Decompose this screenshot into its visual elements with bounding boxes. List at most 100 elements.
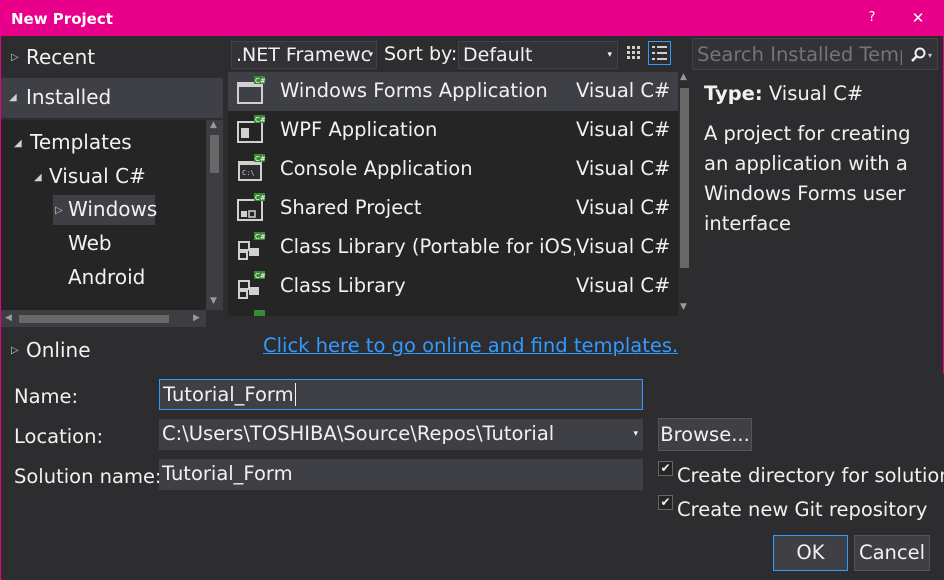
nav-online[interactable]: ▷ Online	[1, 331, 223, 371]
search-icon[interactable]	[909, 46, 927, 64]
chevron-right-icon: ▷	[11, 345, 19, 356]
create-directory-checkbox[interactable]: ✔	[658, 461, 673, 476]
dialog-title: New Project	[11, 10, 113, 28]
nav-online-label: Online	[26, 338, 91, 362]
template-name: Console Application	[280, 157, 473, 180]
nav-installed[interactable]: ◢ Installed	[1, 78, 223, 118]
text-cursor	[294, 383, 296, 406]
help-button[interactable]: ?	[861, 7, 883, 29]
scroll-right-icon[interactable]: ▶	[193, 313, 200, 323]
template-toolbar: .NET Framewc ▾ Sort by: Default ▾	[228, 38, 688, 70]
template-item[interactable]: C# WPF Application Visual C#	[228, 111, 678, 150]
scrollbar-thumb[interactable]	[19, 315, 169, 323]
class-library-icon: C#	[238, 232, 266, 260]
template-name: Shared Project	[280, 196, 422, 219]
list-view-button[interactable]	[648, 41, 671, 65]
scroll-up-icon[interactable]: ▲	[680, 72, 687, 82]
scrollbar-thumb[interactable]	[210, 135, 219, 173]
svg-text:C#: C#	[255, 272, 266, 280]
tree-item-label: Android	[68, 265, 146, 289]
cancel-button[interactable]: Cancel	[854, 535, 930, 571]
sortby-value: Default	[463, 44, 533, 66]
project-name-field[interactable]: Tutorial_Form	[159, 379, 643, 410]
solution-name-field[interactable]: Tutorial_Form	[159, 459, 643, 490]
scroll-down-icon[interactable]: ▼	[210, 296, 217, 306]
template-item[interactable]: C# Shared Project Visual C#	[228, 189, 678, 228]
solution-name-label: Solution name:	[14, 465, 162, 488]
template-name: Windows Forms Application	[280, 79, 548, 102]
tree-horizontal-scrollbar[interactable]: ◀ ▶	[1, 310, 206, 327]
scroll-down-icon[interactable]: ▼	[680, 302, 687, 312]
nav-recent-label: Recent	[26, 45, 96, 69]
close-button[interactable]: ✕	[906, 7, 930, 29]
template-name: Class Library	[280, 274, 406, 297]
scroll-up-icon[interactable]: ▲	[210, 120, 217, 130]
template-name: WPF Application	[280, 118, 438, 141]
tree-item-templates[interactable]: ◢ Templates	[1, 128, 206, 158]
tree-item-android[interactable]: Android	[68, 263, 178, 293]
list-view-icon	[652, 46, 667, 60]
template-type: Type: Visual C#	[704, 82, 926, 105]
template-language: Visual C#	[576, 196, 671, 219]
dropdown-arrow-icon: ▾	[368, 50, 373, 60]
template-list: C# Windows Forms Application Visual C# C…	[228, 72, 678, 316]
tree-item-label: Windows	[68, 197, 158, 221]
chevron-right-icon: ▷	[11, 52, 19, 63]
browse-button[interactable]: Browse...	[658, 418, 752, 451]
template-item[interactable]: C# Class Library (Portable for iOS,... V…	[228, 228, 678, 267]
type-value: Visual C#	[768, 82, 864, 105]
template-name: Class Library (Portable for iOS,...	[280, 235, 575, 258]
template-tree: ◢ Templates ◢ Visual C# ▷ Windows Web An…	[1, 120, 206, 310]
solution-name-value: Tutorial_Form	[162, 462, 293, 485]
new-project-dialog: New Project ? ✕ ▷ Recent ◢ Installed ◢ T…	[0, 0, 944, 580]
type-label: Type:	[704, 82, 763, 105]
tree-item-templates-label: Templates	[30, 130, 132, 154]
dropdown-arrow-icon: ▾	[607, 50, 612, 60]
create-git-checkbox[interactable]: ✔	[658, 495, 673, 510]
scrollbar-thumb[interactable]	[680, 88, 689, 268]
svg-text:C#: C#	[255, 233, 266, 241]
template-language: Visual C#	[576, 157, 671, 180]
tree-vertical-scrollbar[interactable]: ▲ ▼	[206, 120, 223, 310]
chevron-right-icon: ▷	[55, 205, 63, 216]
winforms-icon: C#	[237, 76, 266, 104]
search-input[interactable]	[697, 42, 902, 67]
online-templates-link[interactable]: Click here to go online and find templat…	[263, 334, 678, 357]
tree-item-visual-csharp[interactable]: ◢ Visual C#	[1, 162, 206, 192]
svg-text:C:\: C:\	[242, 169, 255, 177]
tree-item-web[interactable]: Web	[68, 229, 178, 259]
template-language: Visual C#	[576, 118, 671, 141]
small-icons-view-icon[interactable]	[626, 45, 642, 61]
class-library-icon: C#	[238, 271, 266, 299]
search-box[interactable]: ▾	[692, 38, 938, 70]
template-item-partial[interactable]	[228, 306, 678, 316]
project-name-value: Tutorial_Form	[163, 383, 294, 406]
template-item[interactable]: C:\ C# Console Application Visual C#	[228, 150, 678, 189]
template-item[interactable]: C# Class Library Visual C#	[228, 267, 678, 306]
sortby-dropdown[interactable]: Default ▾	[458, 41, 618, 69]
template-item[interactable]: C# Windows Forms Application Visual C#	[228, 72, 678, 111]
name-label: Name:	[14, 385, 79, 408]
csharp-badge-icon	[254, 310, 265, 316]
nav-recent[interactable]: ▷ Recent	[1, 38, 223, 78]
tree-item-windows[interactable]: ▷ Windows	[53, 195, 158, 225]
shared-project-icon: C#	[237, 193, 266, 221]
location-value: C:\Users\TOSHIBA\Source\Repos\Tutorial	[162, 422, 555, 445]
location-dropdown[interactable]: C:\Users\TOSHIBA\Source\Repos\Tutorial ▾	[159, 419, 643, 450]
dropdown-arrow-icon[interactable]: ▾	[928, 51, 932, 60]
expanded-triangle-icon: ◢	[34, 172, 42, 183]
template-list-scrollbar[interactable]: ▲ ▼	[678, 72, 691, 316]
scroll-left-icon[interactable]: ◀	[5, 313, 12, 323]
wpf-icon: C#	[237, 115, 266, 143]
sortby-label: Sort by:	[384, 43, 458, 65]
svg-text:C#: C#	[255, 155, 266, 163]
template-language: Visual C#	[576, 274, 671, 297]
framework-dropdown[interactable]: .NET Framewc ▾	[231, 41, 377, 69]
title-bar: New Project ? ✕	[1, 1, 943, 36]
create-directory-label: Create directory for solution	[677, 464, 944, 487]
template-description-panel: Type: Visual C# A project for creating a…	[692, 72, 938, 316]
svg-text:C#: C#	[255, 77, 266, 85]
svg-text:C#: C#	[255, 194, 266, 202]
ok-button[interactable]: OK	[773, 535, 848, 571]
template-description: A project for creating an application wi…	[704, 122, 911, 235]
